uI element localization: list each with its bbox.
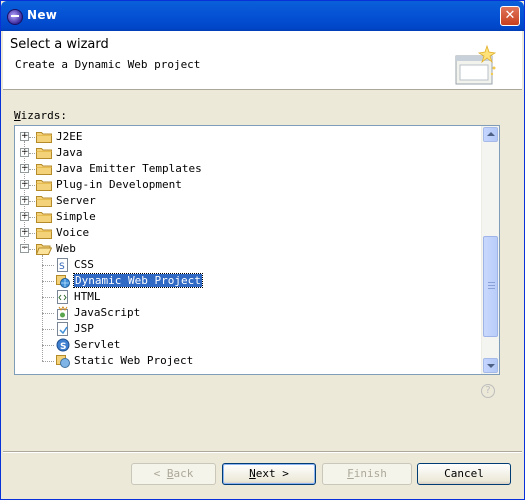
tree-item-label: Server: [56, 194, 96, 207]
tree-item-servlet[interactable]: S Servlet: [15, 337, 483, 353]
tree-item-label: Plug-in Development: [56, 178, 182, 191]
tree-item-j2ee[interactable]: + J2EE: [15, 129, 483, 145]
back-button[interactable]: < Back: [131, 463, 216, 485]
button-separator: [3, 451, 522, 453]
tree-connector: [42, 265, 54, 266]
tree-item-label: J2EE: [56, 130, 83, 143]
folder-icon: [36, 227, 52, 239]
tree-connector: [42, 281, 54, 282]
scroll-up-button[interactable]: [483, 127, 498, 142]
next-button[interactable]: Next >: [222, 463, 316, 485]
new-wizard-dialog: New ✕ Select a wizard Create a Dynamic W…: [0, 0, 525, 500]
tree-item-label: HTML: [74, 290, 101, 303]
vertical-scrollbar[interactable]: [481, 126, 499, 374]
scroll-grip: [488, 288, 495, 289]
dynamic-web-project-icon: [56, 274, 70, 288]
scroll-grip: [488, 282, 495, 283]
tree-item-server[interactable]: + Server: [15, 193, 483, 209]
folder-icon: [36, 131, 52, 143]
folder-icon: [36, 163, 52, 175]
tree-item-java-emitter-templates[interactable]: + Java Emitter Templates: [15, 161, 483, 177]
tree-item-jsp[interactable]: JSP: [15, 321, 483, 337]
tree-connector: [29, 137, 35, 138]
tree-item-static-web-project[interactable]: Static Web Project: [15, 353, 483, 369]
help-icon[interactable]: ?: [481, 384, 495, 398]
tree-connector: [29, 201, 35, 202]
scroll-grip: [488, 285, 495, 286]
wizards-label: Wizards:: [14, 109, 67, 122]
wizard-header: Select a wizard Create a Dynamic Web pro…: [3, 31, 522, 90]
tree-item-label: Servlet: [74, 338, 121, 351]
tree-connector: [42, 361, 54, 362]
tree-item-label: Dynamic Web Project: [73, 273, 203, 288]
tree-connector: [29, 169, 35, 170]
tree-item-html[interactable]: HTML: [15, 289, 483, 305]
wizard-tree[interactable]: + J2EE + Java + Java Emitter Templates + Plug-i…: [14, 125, 500, 375]
page-title: Select a wizard: [10, 37, 109, 52]
tree-connector: [29, 233, 35, 234]
servlet-icon: S: [56, 338, 70, 352]
tree-item-simple[interactable]: + Simple: [15, 209, 483, 225]
tree-item-voice[interactable]: + Voice: [15, 225, 483, 241]
css-file-icon: S: [56, 258, 70, 272]
tree-connector: [42, 313, 54, 314]
tree-item-plug-in-development[interactable]: + Plug-in Development: [15, 177, 483, 193]
tree-item-label: Java Emitter Templates: [56, 162, 202, 175]
tree-item-label: JavaScript: [74, 306, 141, 319]
expand-icon[interactable]: +: [20, 132, 29, 141]
tree-connector: [42, 329, 54, 330]
window-title: New: [27, 8, 58, 22]
folder-icon: [36, 179, 52, 191]
jsp-file-icon: [56, 322, 70, 336]
scroll-thumb[interactable]: [483, 236, 498, 337]
cancel-button[interactable]: Cancel: [417, 463, 511, 485]
folder-icon: [36, 211, 52, 223]
finish-button[interactable]: Finish: [322, 463, 412, 485]
tree-item-javascript[interactable]: JavaScript: [15, 305, 483, 321]
folder-icon: [36, 195, 52, 207]
tree-connector: [29, 217, 35, 218]
title-bar[interactable]: New ✕: [1, 1, 524, 31]
svg-text:S: S: [60, 342, 66, 352]
page-description: Create a Dynamic Web project: [15, 58, 201, 71]
close-button[interactable]: ✕: [500, 6, 520, 26]
tree-item-label: Static Web Project: [74, 354, 194, 367]
tree-connector: [42, 297, 54, 298]
tree-connector: [42, 255, 43, 361]
tree-item-label: Web: [56, 242, 76, 255]
tree-item-web[interactable]: − Web: [15, 241, 483, 257]
tree-connector: [29, 153, 35, 154]
open-folder-icon: [35, 243, 53, 255]
tree-rows: + J2EE + Java + Java Emitter Templates + Plug-i…: [15, 126, 483, 374]
html-file-icon: [56, 290, 70, 304]
eclipse-app-icon: [7, 9, 23, 25]
tree-connector: [42, 345, 54, 346]
tree-item-label: Simple: [56, 210, 96, 223]
folder-icon: [36, 147, 52, 159]
tree-item-dynamic-web-project[interactable]: Dynamic Web Project: [15, 273, 483, 289]
tree-connector: [29, 249, 35, 250]
tree-connector: [24, 141, 25, 249]
scroll-down-button[interactable]: [483, 358, 498, 373]
tree-item-java[interactable]: + Java: [15, 145, 483, 161]
tree-item-label: CSS: [74, 258, 94, 271]
tree-item-css[interactable]: S CSS: [15, 257, 483, 273]
tree-item-label: JSP: [74, 322, 94, 335]
static-web-project-icon: [56, 354, 70, 368]
tree-item-label: Java: [56, 146, 83, 159]
svg-text:S: S: [59, 262, 65, 272]
tree-item-label: Voice: [56, 226, 90, 239]
javascript-file-icon: [56, 306, 70, 320]
wizard-banner-icon: [455, 44, 497, 85]
tree-connector: [29, 185, 35, 186]
